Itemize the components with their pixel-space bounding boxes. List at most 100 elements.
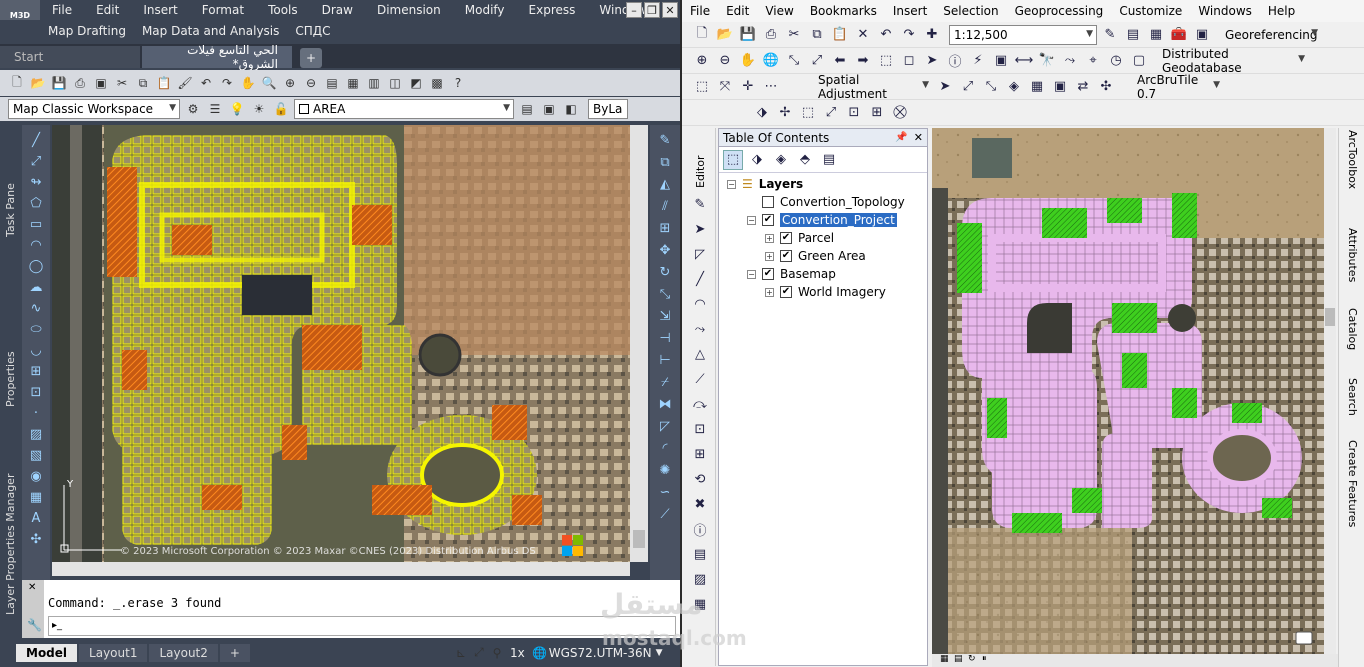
- list-by-source-icon[interactable]: ⬗: [747, 150, 767, 170]
- arc-menu-file[interactable]: File: [682, 4, 718, 18]
- annotation-scale-value[interactable]: 1x: [510, 646, 525, 660]
- layer-checkbox[interactable]: ✔: [762, 268, 774, 280]
- circle-icon[interactable]: ◯: [27, 257, 45, 275]
- menu-file[interactable]: File: [40, 3, 84, 17]
- tool-palettes-icon[interactable]: ▥: [365, 74, 383, 92]
- menu-format[interactable]: Format: [190, 3, 256, 17]
- python-icon[interactable]: ▣: [1192, 25, 1212, 45]
- arc-menu-edit[interactable]: Edit: [718, 4, 757, 18]
- fixed-zoom-in-icon[interactable]: ⤡: [784, 51, 804, 71]
- point-icon[interactable]: ·: [27, 404, 45, 422]
- trace-icon[interactable]: ⤳: [690, 319, 710, 339]
- identify-icon[interactable]: ⓘ: [945, 51, 965, 71]
- menu-insert[interactable]: Insert: [131, 3, 189, 17]
- pan-icon[interactable]: ✋: [738, 51, 758, 71]
- markup-icon[interactable]: ◩: [407, 74, 425, 92]
- tab-attributes[interactable]: Attributes: [1346, 228, 1359, 282]
- arc-menu-windows[interactable]: Windows: [1190, 4, 1260, 18]
- spatial-adjustment-toolbar[interactable]: Spatial Adjustment ▼: [814, 73, 932, 101]
- arc-menu-geoprocessing[interactable]: Geoprocessing: [1007, 4, 1112, 18]
- forward-extent-icon[interactable]: ➡: [853, 51, 873, 71]
- find-route-icon[interactable]: ⤳: [1060, 51, 1080, 71]
- identity-link-icon[interactable]: ◈: [1004, 77, 1024, 97]
- gradient-icon[interactable]: ▧: [27, 446, 45, 464]
- match-properties-icon[interactable]: 🖌: [176, 74, 194, 92]
- limited-adjustment-icon[interactable]: ⤡: [981, 77, 1001, 97]
- layout-view-icon[interactable]: ▤: [954, 654, 963, 664]
- full-extent-icon[interactable]: 🌐: [761, 51, 781, 71]
- open-map-icon[interactable]: 📂: [715, 25, 735, 45]
- new-displacement-link-icon[interactable]: ⤧: [715, 77, 735, 97]
- topology-edit-icon[interactable]: ⬚: [692, 77, 712, 97]
- scroll-thumb[interactable]: [1325, 308, 1335, 326]
- canvas-vertical-scrollbar[interactable]: [630, 125, 648, 562]
- sketch-props-icon[interactable]: ⓘ: [690, 519, 710, 539]
- close-icon[interactable]: ✕: [914, 131, 923, 144]
- arc-menu-bookmarks[interactable]: Bookmarks: [802, 4, 885, 18]
- arctoolbox-icon[interactable]: 🧰: [1169, 25, 1189, 45]
- tab-arctoolbox[interactable]: ArcToolbox: [1346, 130, 1359, 189]
- arcbrutile-toolbar[interactable]: ArcBruTile 0.7 ▼: [1133, 73, 1223, 101]
- fillet-icon[interactable]: ◜: [656, 439, 674, 457]
- fixed-zoom-out-icon[interactable]: ⤢: [807, 51, 827, 71]
- time-slider-icon[interactable]: ◷: [1106, 51, 1126, 71]
- close-icon[interactable]: ✕: [28, 582, 36, 593]
- measure-icon[interactable]: ⟷: [1014, 51, 1034, 71]
- layer-convertion-topology[interactable]: + Convertion_Topology: [747, 195, 905, 209]
- restore-button[interactable]: ❐: [644, 2, 660, 18]
- zoom-out-icon[interactable]: ⊖: [715, 51, 735, 71]
- annotation-scale-icon[interactable]: ⚲: [488, 644, 506, 662]
- redo-icon[interactable]: ↷: [899, 25, 919, 45]
- mtext-icon[interactable]: A: [27, 509, 45, 527]
- chamfer-icon[interactable]: ◸: [656, 417, 674, 435]
- layer-basemap[interactable]: − ✔ Basemap: [747, 267, 836, 281]
- join-icon[interactable]: ⧓: [656, 395, 674, 413]
- globe-icon[interactable]: 🌐: [531, 644, 549, 662]
- hyperlink-icon[interactable]: ⚡: [968, 51, 988, 71]
- refresh-icon[interactable]: ↻: [968, 654, 976, 664]
- redo-icon[interactable]: ↷: [218, 74, 236, 92]
- expand-icon[interactable]: +: [765, 287, 774, 297]
- arc-menu-view[interactable]: View: [757, 4, 801, 18]
- select-features-icon[interactable]: ⬚: [876, 51, 896, 71]
- insert-block-icon[interactable]: ⊞: [27, 362, 45, 380]
- extend-icon[interactable]: ⊢: [656, 351, 674, 369]
- map-view[interactable]: [932, 128, 1324, 654]
- point-icon[interactable]: △: [690, 344, 710, 364]
- georeferencing-toolbar[interactable]: Georeferencing ▼: [1221, 25, 1321, 45]
- edit-select-icon[interactable]: ➤: [690, 219, 710, 239]
- snap-icon[interactable]: ⊾: [452, 644, 470, 662]
- fix-error-icon[interactable]: ⊞: [867, 103, 887, 123]
- goto-xy-icon[interactable]: ⌖: [1083, 51, 1103, 71]
- new-tab-button[interactable]: +: [300, 48, 322, 68]
- menu-express[interactable]: Express: [517, 3, 588, 17]
- help-icon[interactable]: ?: [449, 74, 467, 92]
- undo-icon[interactable]: ↶: [876, 25, 896, 45]
- gear-icon[interactable]: ⚙: [184, 100, 202, 118]
- map-scale-select[interactable]: 1:12,500 ▼: [949, 24, 1097, 45]
- table-icon[interactable]: ▦: [27, 488, 45, 506]
- zoom-in-icon[interactable]: ⊕: [692, 51, 712, 71]
- design-center-icon[interactable]: ▦: [344, 74, 362, 92]
- layer-green-area[interactable]: + ✔ Green Area: [765, 249, 866, 263]
- command-window-grip[interactable]: ✕ 🔧: [22, 580, 44, 638]
- save-icon[interactable]: 💾: [50, 74, 68, 92]
- minimize-button[interactable]: –: [626, 2, 642, 18]
- line-icon[interactable]: ╱: [27, 131, 45, 149]
- explode-icon[interactable]: ✺: [656, 461, 674, 479]
- select-tool-icon[interactable]: ➤: [935, 77, 955, 97]
- layer-select[interactable]: AREA ▼: [294, 99, 514, 119]
- menu-draw[interactable]: Draw: [310, 3, 365, 17]
- palette-layer-properties[interactable]: Layer Properties Manager: [4, 474, 17, 615]
- edit-polyline-icon[interactable]: ⟋: [656, 505, 674, 523]
- make-current-icon[interactable]: ▤: [518, 100, 536, 118]
- data-view-icon[interactable]: ▦: [940, 654, 949, 664]
- make-block-icon[interactable]: ⊡: [27, 383, 45, 401]
- layer-previous-icon[interactable]: ▣: [540, 100, 558, 118]
- menu-map-drafting[interactable]: Map Drafting: [40, 24, 134, 38]
- workspace-select[interactable]: Map Classic Workspace ▼: [8, 99, 180, 119]
- revcloud-icon[interactable]: ☁: [27, 278, 45, 296]
- canvas-horizontal-scrollbar[interactable]: [52, 562, 630, 576]
- back-extent-icon[interactable]: ⬅: [830, 51, 850, 71]
- palette-properties[interactable]: Properties: [4, 351, 17, 407]
